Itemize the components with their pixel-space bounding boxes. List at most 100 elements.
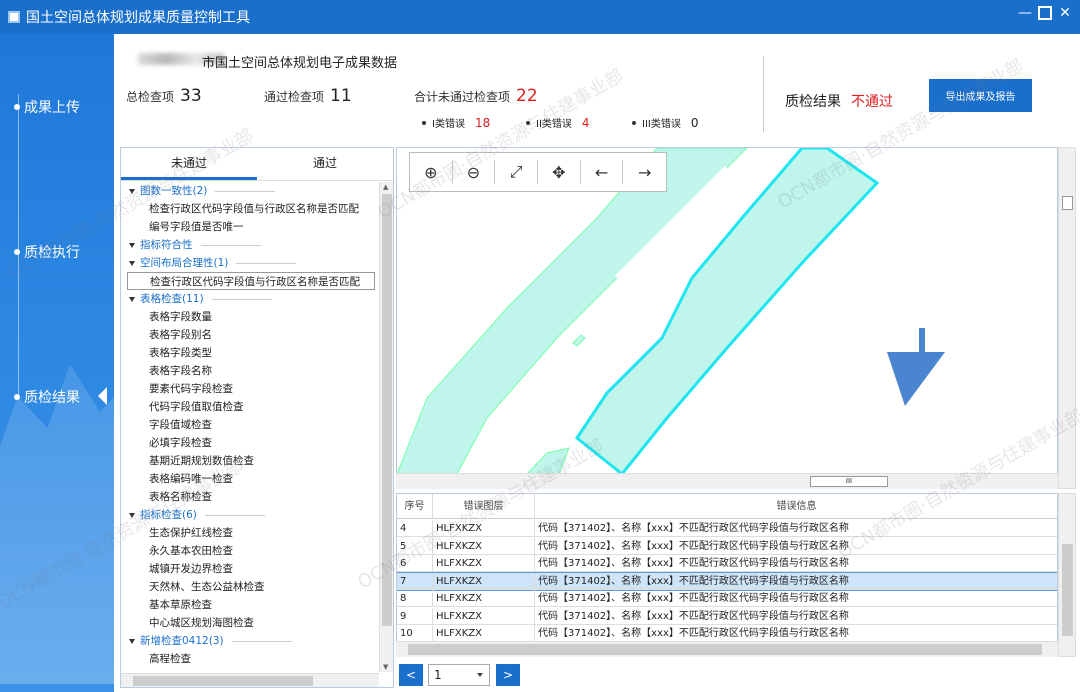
tree-item[interactable]: 检查行政区代码字段值与行政区名称是否匹配 [127, 272, 375, 290]
col-index[interactable]: 序号 [397, 494, 433, 518]
map-canvas[interactable] [397, 148, 1058, 474]
result-value: 不通过 [851, 94, 893, 110]
back-icon[interactable]: ← [581, 160, 624, 184]
tree-item[interactable]: 代码字段值取值检查 [149, 398, 244, 416]
tree-group[interactable]: 指标检查(6) [129, 506, 265, 524]
table-vertical-scrollbar[interactable] [1058, 493, 1076, 657]
sidebar-item-results[interactable]: 质检结果 [14, 387, 107, 407]
total-checks: 总检查项 33 [126, 86, 202, 106]
tree-item[interactable]: 中心城区规划海图检查 [149, 614, 254, 632]
summary-panel: 市国土空间总体规划电子成果数据 总检查项 33 通过检查项 11 合计未通过检查… [114, 34, 1080, 146]
sidebar-item-upload[interactable]: 成果上传 [14, 97, 80, 117]
tree-item[interactable]: 表格编码唯一检查 [149, 470, 233, 488]
expand-triangle-icon[interactable] [129, 242, 135, 248]
full-extent-icon[interactable]: ⤢ [495, 160, 539, 184]
tree-item[interactable]: 编号字段值是否唯一 [149, 218, 244, 236]
cell-layer: HLFXKZX [433, 520, 535, 536]
tree-item[interactable]: 要素代码字段检查 [149, 380, 233, 398]
tree-horizontal-scrollbar[interactable] [121, 673, 379, 687]
minimize-icon[interactable]: — [1018, 6, 1032, 20]
table-row[interactable]: 9 HLFXKZX 代码【371402】、名称【xxx】不匹配行政区代码字段值与行政… [397, 607, 1057, 625]
tree-item[interactable]: 表格字段名称 [149, 362, 212, 380]
table-row[interactable]: 10 HLFXKZX 代码【371402】、名称【xxx】不匹配行政区代码字段值与行… [397, 625, 1057, 642]
table-row[interactable]: 8 HLFXKZX 代码【371402】、名称【xxx】不匹配行政区代码字段值与行政… [397, 590, 1057, 607]
col-message[interactable]: 错误信息 [535, 494, 1057, 518]
page-value: 1 [434, 668, 442, 682]
tree-group[interactable]: 空间布局合理性(1) [129, 254, 297, 272]
failed-value: 22 [516, 86, 538, 106]
forward-icon[interactable]: → [623, 160, 666, 184]
tree-item[interactable]: 高程检查 [149, 650, 191, 668]
tree-vertical-scrollbar[interactable]: ▲ ▼ [379, 182, 393, 672]
tree-item[interactable]: 城镇开发边界检查 [149, 560, 233, 578]
scroll-down-icon[interactable]: ▼ [383, 663, 388, 671]
scroll-thumb[interactable] [1062, 544, 1073, 636]
prev-page-button[interactable]: < [399, 664, 423, 686]
next-page-button[interactable]: > [496, 664, 520, 686]
failed-checks: 合计未通过检查项 22 [414, 86, 538, 106]
tree-group[interactable]: 新增检查0412(3) [129, 632, 292, 650]
err2-label: II类错误 [536, 119, 572, 130]
app-icon [8, 11, 20, 23]
check-item-tree-panel: 未通过 通过 图数一致性(2) 检查行政区代码字段值与行政区名称是否匹配 编号字段值… [120, 147, 394, 688]
tree-item[interactable]: 必填字段检查 [149, 434, 212, 452]
close-icon[interactable]: ✕ [1058, 6, 1072, 20]
expand-triangle-icon[interactable] [129, 638, 135, 644]
map-direction-arrow [887, 328, 945, 406]
tree-item[interactable]: 基本草原检查 [149, 596, 212, 614]
tree-item[interactable]: 检查行政区代码字段值与行政区名称是否匹配 [149, 200, 359, 218]
tree-item[interactable]: 基期近期规划数值检查 [149, 452, 254, 470]
tree-group[interactable]: 表格检查(11) [129, 290, 272, 308]
tree-item[interactable]: 字段值域检查 [149, 416, 212, 434]
map-view[interactable]: ⊕ ⊖ ⤢ ✥ ← → [396, 147, 1058, 489]
map-horizontal-scrollbar[interactable]: III [396, 473, 1058, 489]
table-horizontal-scrollbar[interactable] [396, 641, 1058, 657]
tree-item[interactable]: 天然林、生态公益林检查 [149, 578, 265, 596]
dot-icon [14, 249, 20, 255]
map-parcel-strip [526, 447, 570, 474]
sidebar-item-execute[interactable]: 质检执行 [14, 242, 80, 262]
sidebar-item-label: 质检结果 [24, 390, 80, 406]
scroll-thumb[interactable]: III [810, 476, 888, 487]
expand-triangle-icon[interactable] [129, 188, 135, 194]
tree-group-label: 指标检查(6) [140, 509, 197, 521]
cell-index: 9 [397, 607, 433, 624]
tree-group[interactable]: 图数一致性(2) [129, 182, 276, 200]
expand-triangle-icon[interactable] [129, 296, 135, 302]
scroll-up-icon[interactable]: ▲ [383, 183, 388, 191]
cell-message: 代码【371402】、名称【xxx】不匹配行政区代码字段值与行政区名称 [535, 608, 1057, 624]
maximize-icon[interactable] [1038, 6, 1052, 20]
page-select[interactable]: 1 [428, 664, 490, 686]
scroll-thumb[interactable] [1062, 196, 1073, 210]
tree-group[interactable]: 指标符合性 [129, 236, 261, 254]
tab-failed[interactable]: 未通过 [121, 148, 257, 180]
tree-item[interactable]: 永久基本农田检查 [149, 542, 233, 560]
tree-item[interactable]: 表格字段类型 [149, 344, 212, 362]
tree-group-label: 指标符合性 [140, 239, 193, 251]
scroll-thumb[interactable] [408, 644, 1042, 655]
pan-icon[interactable]: ✥ [538, 160, 581, 184]
tree-item[interactable]: 表格名称检查 [149, 488, 212, 506]
table-row[interactable]: 7 HLFXKZX 代码【371402】、名称【xxx】不匹配行政区代码字段值与行政… [397, 571, 1057, 591]
cell-index: 5 [397, 537, 433, 554]
cell-index: 6 [397, 555, 433, 571]
table-row[interactable]: 4 HLFXKZX 代码【371402】、名称【xxx】不匹配行政区代码字段值与行政… [397, 520, 1057, 537]
tree-item[interactable]: 表格字段别名 [149, 326, 212, 344]
zoom-in-icon[interactable]: ⊕ [410, 160, 453, 184]
city-skyline-decoration [0, 364, 114, 684]
expand-triangle-icon[interactable] [129, 512, 135, 518]
scroll-thumb[interactable] [382, 194, 392, 626]
col-layer[interactable]: 错误图层 [433, 494, 535, 518]
tab-passed[interactable]: 通过 [257, 148, 393, 180]
table-row[interactable]: 6 HLFXKZX 代码【371402】、名称【xxx】不匹配行政区代码字段值与行政… [397, 555, 1057, 572]
scroll-thumb[interactable] [133, 676, 313, 686]
err3-label: III类错误 [642, 119, 681, 130]
tree-item[interactable]: 生态保护红线检查 [149, 524, 233, 542]
zoom-out-icon[interactable]: ⊖ [453, 160, 496, 184]
map-parcel-small [572, 334, 586, 347]
map-vertical-scrollbar[interactable] [1058, 147, 1076, 489]
expand-triangle-icon[interactable] [129, 260, 135, 266]
export-report-button[interactable]: 导出成果及报告 [929, 79, 1032, 112]
table-row[interactable]: 5 HLFXKZX 代码【371402】、名称【xxx】不匹配行政区代码字段值与行政… [397, 537, 1057, 555]
tree-item[interactable]: 表格字段数量 [149, 308, 212, 326]
